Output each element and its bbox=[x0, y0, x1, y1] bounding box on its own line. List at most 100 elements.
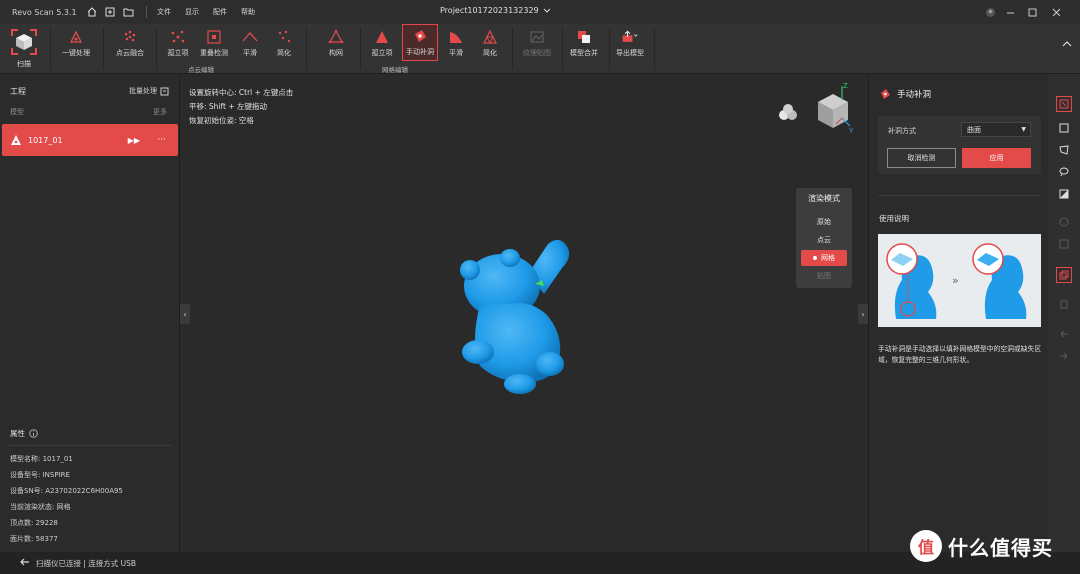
batch-icon bbox=[160, 87, 169, 95]
render-option-pointcloud[interactable]: 点云 bbox=[801, 232, 847, 248]
isolated-label: 孤立项 bbox=[167, 49, 189, 57]
fill-hole-tool-icon[interactable] bbox=[1056, 267, 1072, 283]
smooth-mesh-label: 平滑 bbox=[449, 49, 463, 57]
3d-viewport[interactable]: 设置旋转中心: Ctrl + 左键点击 平移: Shift + 左键拖动 恢复初… bbox=[180, 74, 868, 552]
minimize-icon[interactable] bbox=[1002, 4, 1018, 20]
view-cube-icon[interactable]: Z Y bbox=[808, 80, 858, 138]
scan-label: 扫描 bbox=[17, 60, 31, 68]
batch-process-button[interactable]: 批量处理 bbox=[129, 86, 169, 96]
simplify-mesh-label: 简化 bbox=[483, 49, 497, 57]
lighting-icon[interactable] bbox=[778, 104, 798, 124]
menu-display[interactable]: 显示 bbox=[185, 7, 199, 17]
manual-fill-button[interactable]: 手动补洞 bbox=[402, 24, 438, 61]
collapse-right-icon[interactable]: › bbox=[858, 304, 868, 324]
manual-fill-icon bbox=[411, 27, 429, 45]
watermark: 值 什么值得买 bbox=[910, 530, 1053, 562]
group-separator bbox=[512, 28, 513, 70]
group-separator bbox=[50, 28, 51, 70]
isolated-button[interactable]: 孤立项 bbox=[162, 24, 194, 61]
smooth-pointcloud-button[interactable]: 平滑 bbox=[236, 24, 264, 61]
texture-button[interactable]: 纹理贴图 bbox=[518, 24, 556, 61]
texture-icon bbox=[528, 28, 546, 46]
back-arrow-icon[interactable] bbox=[20, 558, 30, 568]
isolated-mesh-label: 孤立项 bbox=[371, 49, 393, 57]
pointcloud-fuse-button[interactable]: 点云融合 bbox=[110, 24, 150, 61]
one-click-icon bbox=[67, 28, 85, 46]
play-icon[interactable]: ▶▶ bbox=[128, 136, 140, 145]
group-separator bbox=[360, 28, 361, 70]
export-icon bbox=[621, 28, 639, 46]
simplify-pointcloud-button[interactable]: 简化 bbox=[270, 24, 298, 61]
isolated-points-icon bbox=[169, 28, 187, 46]
menu-file[interactable]: 文件 bbox=[157, 7, 171, 17]
panel-header: 手动补洞 bbox=[879, 88, 931, 100]
select-all-icon[interactable] bbox=[1056, 214, 1072, 230]
project-panel: 工程 批量处理 模型 更多 1017_01 ▶▶ ··· 属性 模型名称: 10… bbox=[0, 74, 180, 552]
selected-dot-icon bbox=[813, 256, 817, 260]
properties-title: 属性 bbox=[10, 429, 25, 438]
project-title[interactable]: Project10172023132329 bbox=[440, 6, 551, 15]
apply-button[interactable]: 应用 bbox=[962, 148, 1031, 168]
invert-select-icon[interactable] bbox=[1056, 186, 1072, 202]
merge-label: 模型合并 bbox=[570, 49, 598, 57]
model-column-header: 模型 bbox=[10, 108, 24, 116]
cancel-detect-button[interactable]: 取消检测 bbox=[887, 148, 956, 168]
more-options-icon[interactable]: ··· bbox=[157, 135, 166, 145]
prop-face-count: 面片数: 58377 bbox=[10, 535, 58, 543]
scan-button[interactable]: 扫描 bbox=[4, 24, 44, 74]
export-button[interactable]: 导出模型 bbox=[612, 24, 648, 61]
overlap-label: 重叠检测 bbox=[200, 49, 228, 57]
group-separator bbox=[609, 28, 610, 70]
render-option-original[interactable]: 原始 bbox=[801, 214, 847, 230]
collapse-toolbar-icon[interactable] bbox=[1062, 40, 1072, 50]
one-click-label: 一键处理 bbox=[62, 49, 90, 57]
dropdown-arrow-icon: ▼ bbox=[1021, 126, 1026, 133]
svg-text:»: » bbox=[952, 274, 959, 287]
merge-icon bbox=[575, 28, 593, 46]
expand-select-icon[interactable] bbox=[1056, 236, 1072, 252]
watermark-text: 什么值得买 bbox=[948, 535, 1053, 560]
pointcloud-fuse-label: 点云融合 bbox=[116, 49, 144, 57]
mesh-build-button[interactable]: 构网 bbox=[320, 24, 352, 61]
maximize-icon[interactable] bbox=[1024, 4, 1040, 20]
collapse-left-icon[interactable]: ‹ bbox=[180, 304, 190, 324]
close-icon[interactable] bbox=[1048, 4, 1064, 20]
toolbar: 扫描 一键处理 点云融合 孤立项 重叠检测 平滑 简化 构网 孤立项 手动补洞 … bbox=[0, 24, 1080, 74]
select-brush-icon[interactable] bbox=[1056, 96, 1072, 112]
redo-icon[interactable] bbox=[1056, 348, 1072, 364]
render-option-texture[interactable]: 贴图 bbox=[801, 268, 847, 284]
usage-title: 使用说明 bbox=[879, 214, 909, 223]
panel-divider bbox=[878, 195, 1041, 196]
account-icon[interactable] bbox=[982, 4, 998, 20]
rect-select-icon[interactable] bbox=[1056, 120, 1072, 136]
smooth-mesh-button[interactable]: 平滑 bbox=[442, 24, 470, 61]
manual-fill-icon bbox=[881, 89, 890, 99]
chevron-down-icon bbox=[543, 8, 550, 13]
overlap-icon bbox=[205, 28, 223, 46]
delete-icon[interactable] bbox=[1056, 296, 1072, 312]
one-click-button[interactable]: 一键处理 bbox=[56, 24, 96, 61]
fill-method-select[interactable]: 曲面 ▼ bbox=[961, 122, 1031, 137]
overlap-check-button[interactable]: 重叠检测 bbox=[196, 24, 232, 61]
isolated-mesh-button[interactable]: 孤立项 bbox=[366, 24, 398, 61]
model-name: 1017_01 bbox=[28, 135, 63, 145]
menu-help[interactable]: 帮助 bbox=[241, 7, 255, 17]
home-icon[interactable] bbox=[84, 4, 100, 20]
isolated-mesh-icon bbox=[373, 28, 391, 46]
folder-icon[interactable] bbox=[120, 4, 136, 20]
render-option-mesh[interactable]: 网格 bbox=[801, 250, 847, 266]
manual-fill-label: 手动补洞 bbox=[406, 48, 434, 56]
add-icon[interactable] bbox=[102, 4, 118, 20]
undo-icon[interactable] bbox=[1056, 326, 1072, 342]
app-title: Revo Scan 5.3.1 bbox=[12, 7, 77, 17]
merge-button[interactable]: 模型合并 bbox=[566, 24, 602, 61]
polygon-select-icon[interactable] bbox=[1056, 142, 1072, 158]
model-list-item[interactable]: 1017_01 ▶▶ ··· bbox=[2, 124, 178, 156]
hint-pan: 平移: Shift + 左键拖动 bbox=[189, 102, 268, 111]
menu-accessories[interactable]: 配件 bbox=[213, 7, 227, 17]
connection-status: 扫描仪已连接 | 连接方式 USB bbox=[36, 558, 137, 568]
export-label: 导出模型 bbox=[616, 49, 644, 57]
prop-device-model: 设备型号: INSPIRE bbox=[10, 471, 70, 479]
simplify-mesh-button[interactable]: 简化 bbox=[476, 24, 504, 61]
lasso-select-icon[interactable] bbox=[1056, 164, 1072, 180]
